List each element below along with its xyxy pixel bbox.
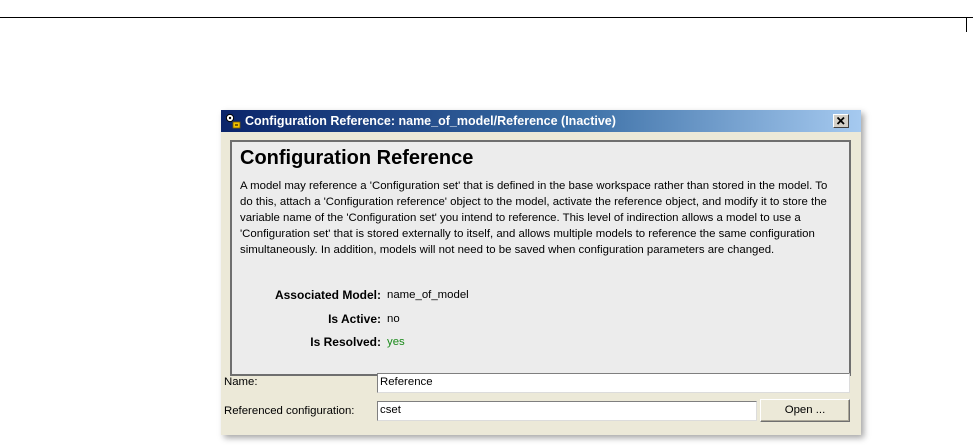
top-divider [0,17,973,18]
is-resolved-label: Is Resolved: [310,335,381,349]
associated-model-label: Associated Model: [274,288,381,302]
associated-model-value: name_of_model [387,289,469,301]
is-active-label: Is Active: [328,312,381,326]
close-button[interactable] [833,114,849,128]
simulink-config-icon [225,113,241,129]
name-field[interactable]: Reference [377,373,850,393]
description-text: A model may reference a 'Configuration s… [240,180,828,256]
margin-tick [966,18,967,32]
is-resolved-value: yes [387,336,405,348]
close-icon [836,116,845,125]
open-button[interactable]: Open ... [760,399,850,422]
window-title: Configuration Reference: name_of_model/R… [245,114,616,128]
title-bar[interactable]: Configuration Reference: name_of_model/R… [221,110,861,132]
referenced-configuration-field[interactable]: cset [377,401,757,421]
referenced-configuration-label: Referenced configuration: [224,405,355,417]
config-reference-dialog: Configuration Reference: name_of_model/R… [221,110,861,435]
name-label: Name: [224,376,258,388]
is-active-value: no [387,313,400,325]
page: Configuration Reference: name_of_model/R… [0,0,973,445]
panel-heading: Configuration Reference [240,147,474,169]
